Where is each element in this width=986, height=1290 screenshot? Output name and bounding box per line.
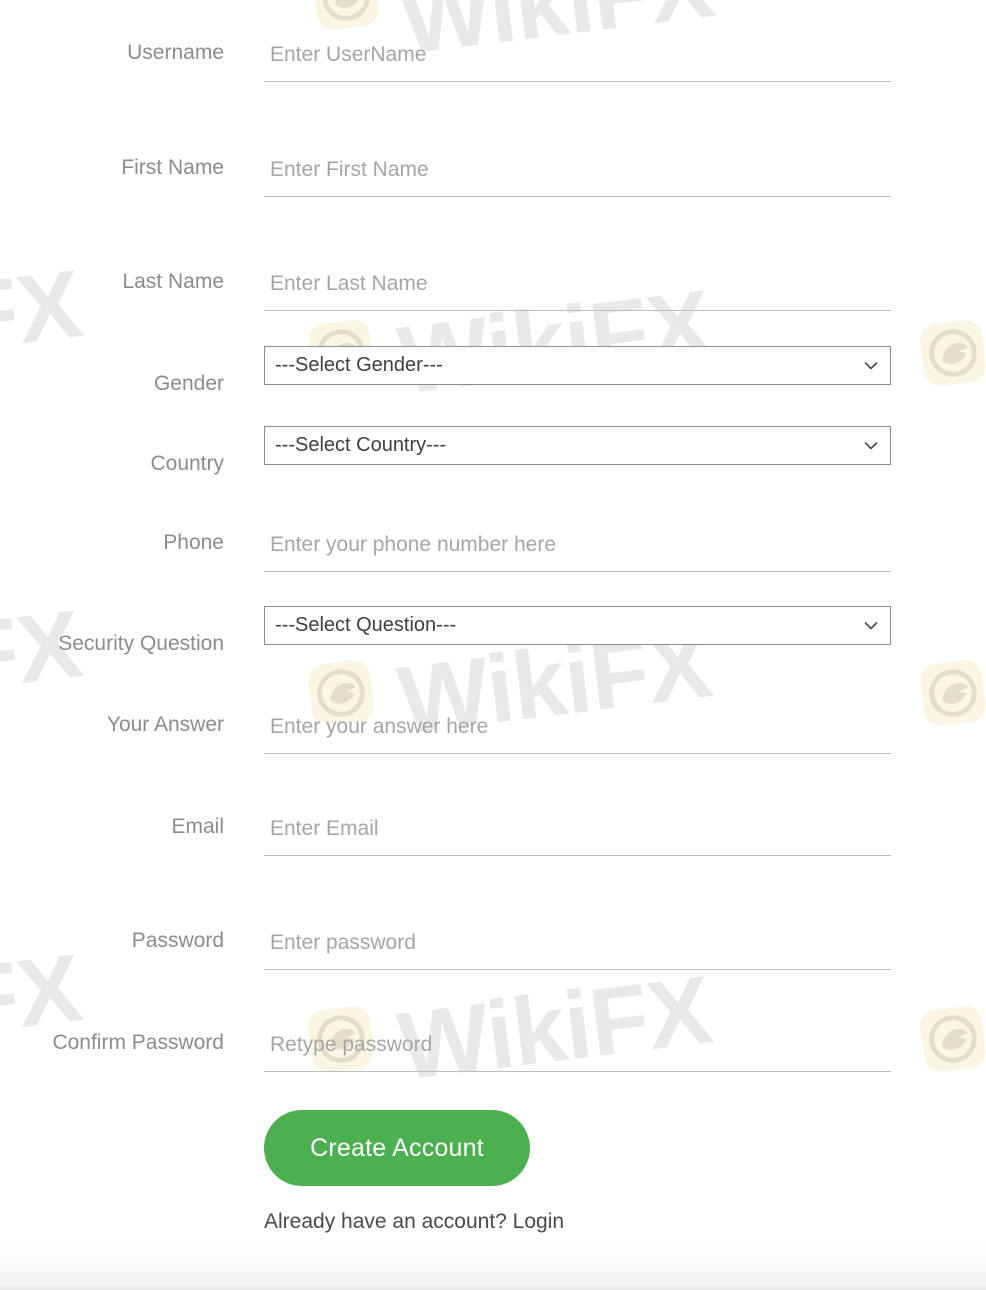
country-select[interactable]: ---Select Country--- xyxy=(264,426,891,465)
label-phone: Phone xyxy=(163,531,224,554)
field-last-name xyxy=(264,265,891,311)
username-input[interactable] xyxy=(264,36,891,82)
label-your-answer: Your Answer xyxy=(106,713,224,736)
field-phone xyxy=(264,526,891,572)
password-input[interactable] xyxy=(264,924,891,970)
watermark-logo-icon xyxy=(918,318,986,388)
login-prompt-link[interactable]: Already have an account? Login xyxy=(264,1210,564,1234)
field-confirm-password xyxy=(264,1026,891,1072)
email-input[interactable] xyxy=(264,810,891,856)
watermark-logo-icon xyxy=(918,658,986,728)
label-confirm-password: Confirm Password xyxy=(52,1031,224,1054)
registration-page: WikiFX WikiFX WikiFX WikiFX WikiFX WikiF… xyxy=(0,0,986,1290)
page-footer-strip xyxy=(0,1242,986,1290)
field-gender: ---Select Gender--- xyxy=(264,346,891,385)
label-country: Country xyxy=(150,452,224,475)
last-name-input[interactable] xyxy=(264,265,891,311)
field-email xyxy=(264,810,891,856)
label-first-name: First Name xyxy=(121,156,224,179)
label-gender: Gender xyxy=(153,372,224,395)
first-name-input[interactable] xyxy=(264,151,891,197)
your-answer-input[interactable] xyxy=(264,708,891,754)
label-password: Password xyxy=(131,929,224,952)
label-last-name: Last Name xyxy=(122,270,224,293)
gender-select[interactable]: ---Select Gender--- xyxy=(264,346,891,385)
field-first-name xyxy=(264,151,891,197)
security-question-select[interactable]: ---Select Question--- xyxy=(264,606,891,645)
watermark-logo-icon xyxy=(311,0,381,32)
field-password xyxy=(264,924,891,970)
field-security-question: ---Select Question--- xyxy=(264,606,891,645)
field-username xyxy=(264,36,891,82)
label-email: Email xyxy=(171,815,224,838)
create-account-button[interactable]: Create Account xyxy=(264,1110,530,1186)
watermark-text: WikiFX xyxy=(0,934,87,1079)
watermark-logo-icon xyxy=(918,1004,986,1074)
field-country: ---Select Country--- xyxy=(264,426,891,465)
label-username: Username xyxy=(127,41,224,64)
label-security-question: Security Question xyxy=(58,632,224,655)
confirm-password-input[interactable] xyxy=(264,1026,891,1072)
phone-input[interactable] xyxy=(264,526,891,572)
field-your-answer xyxy=(264,708,891,754)
